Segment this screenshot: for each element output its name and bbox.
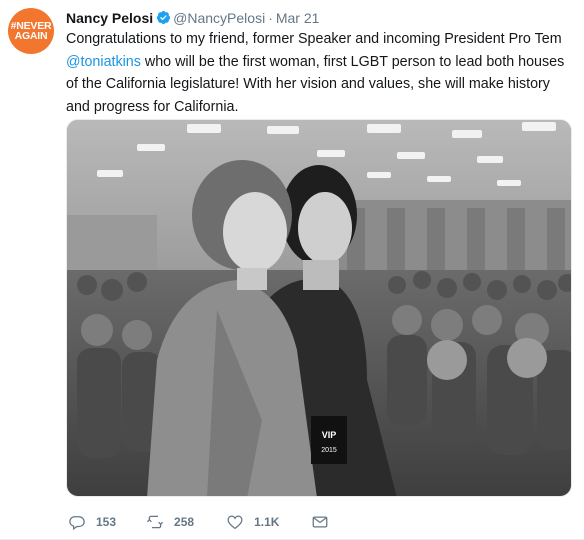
tweet-photo[interactable]: VIP 2015: [66, 119, 572, 497]
retweet-count: 258: [174, 515, 195, 529]
tweet-text-part-2: who will be the first woman, first LGBT …: [66, 53, 565, 115]
direct-message-button[interactable]: [311, 513, 329, 531]
tweet-text-part-1: Congratulations to my friend, former Spe…: [66, 31, 562, 47]
tweet-date[interactable]: Mar 21: [276, 10, 320, 26]
like-icon: [227, 515, 243, 530]
verified-badge-icon: [157, 10, 171, 25]
badge-text-vip: VIP: [322, 430, 337, 440]
retweet-button[interactable]: 258: [146, 513, 194, 531]
tweet-header: Nancy Pelosi @NancyPelosi · Mar 21: [66, 9, 319, 27]
tweet-actions: 153 258 1.1K: [66, 512, 329, 532]
avatar[interactable]: #NEVER AGAIN: [8, 8, 54, 54]
photo-illustration: VIP 2015: [67, 120, 571, 496]
retweet-icon: [146, 515, 164, 529]
badge-text-year: 2015: [321, 447, 337, 454]
like-count: 1.1K: [254, 515, 280, 529]
avatar-text-line-2: AGAIN: [14, 30, 48, 42]
separator-dot: ·: [268, 10, 273, 26]
tweet[interactable]: #NEVER AGAIN Nancy Pelosi @NancyPelosi · Ma…: [0, 0, 584, 540]
reply-icon: [69, 516, 85, 530]
direct-message-icon: [313, 516, 328, 528]
author-handle[interactable]: @NancyPelosi: [173, 10, 265, 26]
reply-button[interactable]: 153: [68, 513, 116, 531]
tweet-text: Congratulations to my friend, former Spe…: [66, 28, 576, 118]
reply-count: 153: [96, 515, 117, 529]
author-name[interactable]: Nancy Pelosi: [66, 10, 153, 26]
mention-link[interactable]: @toniatkins: [66, 54, 141, 70]
like-button[interactable]: 1.1K: [226, 513, 279, 531]
